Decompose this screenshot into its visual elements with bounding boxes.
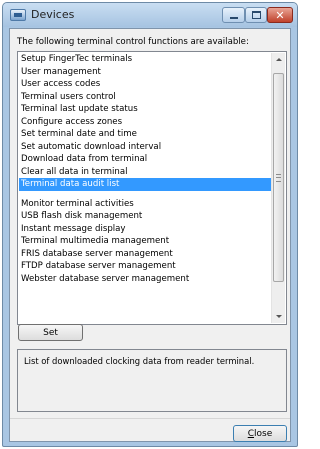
list-item[interactable]: USB flash disk management <box>19 210 273 223</box>
list-item[interactable]: Download data from terminal <box>19 153 273 166</box>
list-scrollbar[interactable] <box>271 53 285 323</box>
minimize-button[interactable] <box>222 7 245 23</box>
list-item[interactable]: Set terminal date and time <box>19 128 273 141</box>
maximize-button[interactable] <box>245 7 267 23</box>
list-item[interactable]: Configure access zones <box>19 116 273 129</box>
set-button[interactable]: Set <box>18 324 83 341</box>
devices-window: Devices ✕ The following terminal control… <box>2 2 298 447</box>
list-item[interactable]: Terminal multimedia management <box>19 235 273 248</box>
functions-list: Setup FingerTec terminals User management… <box>19 53 273 323</box>
app-icon <box>10 9 26 21</box>
close-button[interactable]: Close <box>233 425 287 442</box>
list-item[interactable]: Monitor terminal activities <box>19 198 273 211</box>
grip-icon <box>276 174 281 182</box>
dialog-body: The following terminal control functions… <box>9 28 291 442</box>
close-window-button[interactable]: ✕ <box>267 7 293 23</box>
close-button-label: Close <box>247 428 273 439</box>
maximize-icon <box>251 11 261 19</box>
list-separator <box>19 191 273 198</box>
scroll-up-icon <box>275 58 282 61</box>
list-item[interactable]: Setup FingerTec terminals <box>19 53 273 66</box>
divider <box>10 418 290 419</box>
list-item[interactable]: Terminal users control <box>19 91 273 104</box>
list-item[interactable]: FTDP database server management <box>19 260 273 273</box>
set-button-label: Set <box>43 327 58 338</box>
function-description: List of downloaded clocking data from re… <box>17 349 287 412</box>
title-bar[interactable]: Devices ✕ <box>3 3 297 27</box>
list-item[interactable]: FRIS database server management <box>19 248 273 261</box>
functions-listbox[interactable]: Setup FingerTec terminals User management… <box>17 51 287 325</box>
list-item[interactable]: User access codes <box>19 78 273 91</box>
functions-heading: The following terminal control functions… <box>17 37 249 47</box>
list-item[interactable]: Clear all data in terminal <box>19 166 273 179</box>
scroll-down-button[interactable] <box>272 310 285 323</box>
list-item[interactable]: Webster database server management <box>19 273 273 286</box>
list-item[interactable]: Terminal data audit list <box>19 178 273 191</box>
list-item[interactable]: Set automatic download interval <box>19 141 273 154</box>
close-icon: ✕ <box>275 8 285 22</box>
minimize-icon <box>229 16 238 19</box>
scroll-up-button[interactable] <box>272 53 285 66</box>
list-item[interactable]: User management <box>19 66 273 79</box>
window-title: Devices <box>31 8 75 21</box>
scroll-down-icon <box>275 315 282 318</box>
list-item[interactable]: Instant message display <box>19 223 273 236</box>
scrollbar-thumb[interactable] <box>273 73 284 282</box>
list-item[interactable]: Terminal last update status <box>19 103 273 116</box>
